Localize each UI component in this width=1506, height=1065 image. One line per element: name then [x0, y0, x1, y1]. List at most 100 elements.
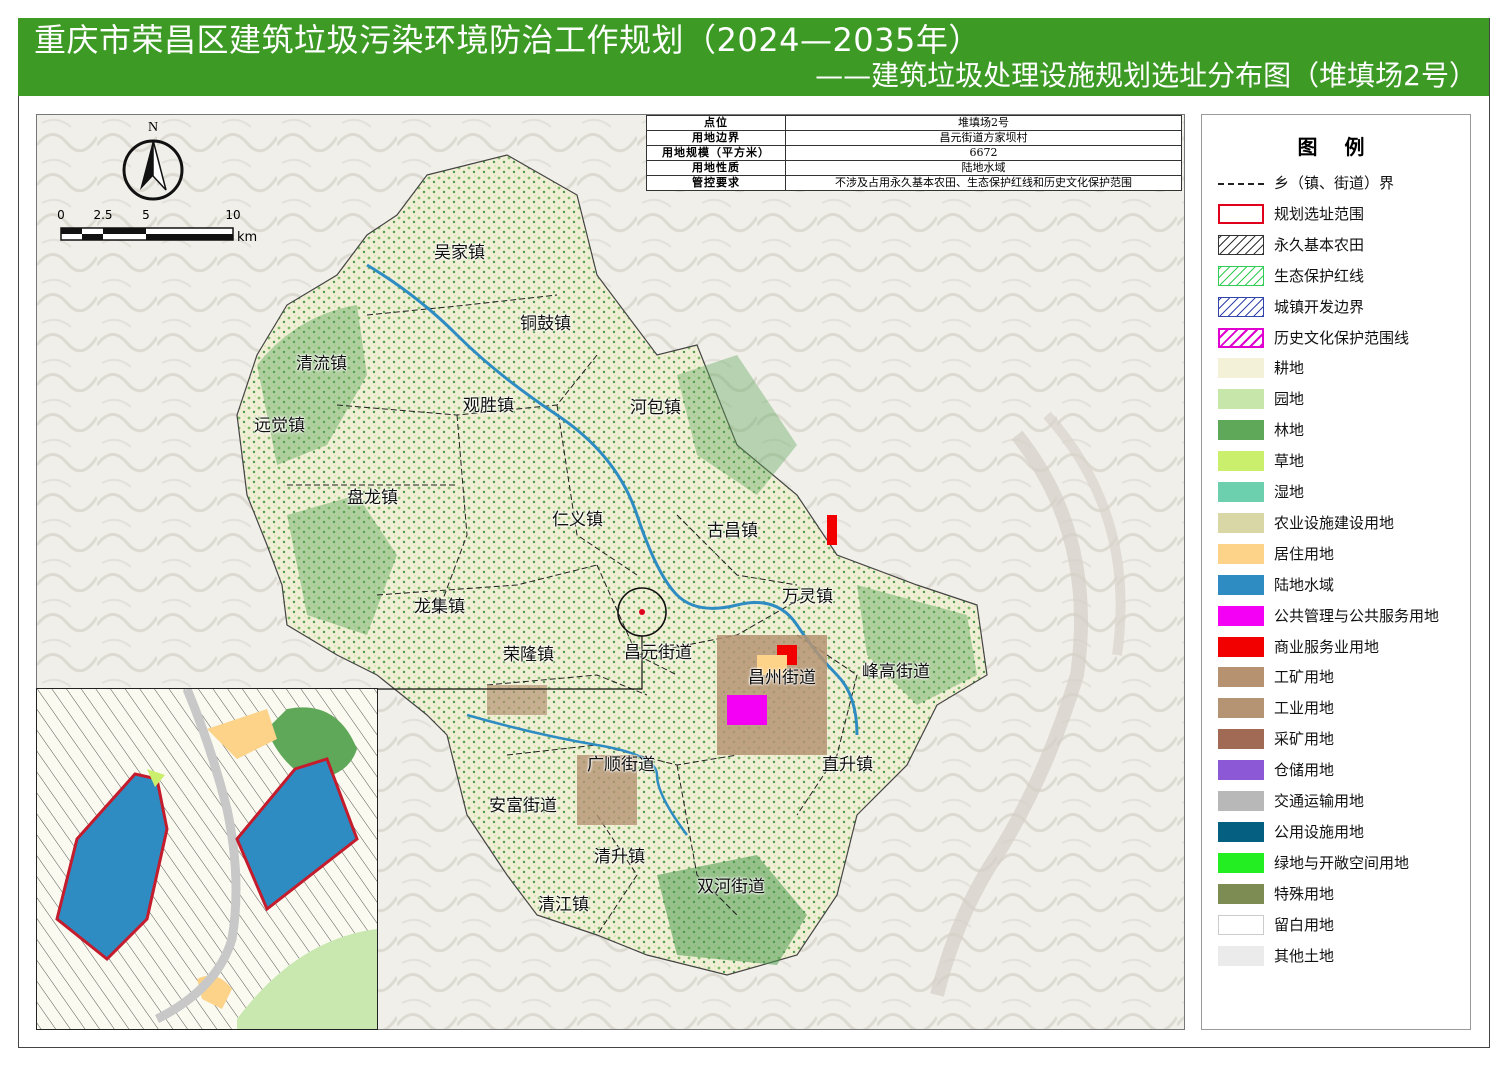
place-label: 直升镇 [822, 755, 873, 775]
legend-label: 林地 [1274, 421, 1305, 440]
info-value: 堆填场2号 [785, 115, 1182, 131]
info-value: 陆地水域 [785, 160, 1182, 176]
legend-swatch [1218, 482, 1264, 502]
legend-label: 仓储用地 [1274, 761, 1335, 780]
legend-swatch [1218, 636, 1264, 657]
title-banner: 重庆市荣昌区建筑垃圾污染环境防治工作规划（2024—2035年） ——建筑垃圾处… [18, 18, 1489, 96]
legend-label: 历史文化保护范围线 [1274, 328, 1410, 347]
legend-swatch [1218, 358, 1264, 379]
info-key: 用地性质 [646, 160, 786, 176]
info-row: 用地性质 陆地水域 [646, 160, 1182, 176]
legend-swatch [1218, 760, 1264, 781]
legend-label: 采矿用地 [1274, 730, 1335, 749]
place-label: 昌州街道 [748, 668, 816, 688]
legend-swatch [1218, 914, 1264, 935]
info-row: 点位 堆填场2号 [646, 115, 1182, 131]
info-row: 管控要求 不涉及占用永久基本农田、生态保护红线和历史文化保护范围 [646, 175, 1182, 191]
legend-swatch [1218, 420, 1264, 441]
place-label: 仁义镇 [552, 510, 603, 530]
legend-label: 其他土地 [1274, 946, 1335, 965]
info-row: 用地边界 昌元街道方家坝村 [646, 130, 1182, 146]
scale-bar: 0 2.5 5 10 km [55, 206, 270, 246]
legend-swatch [1218, 852, 1264, 873]
legend-label: 公共管理与公共服务用地 [1274, 606, 1440, 625]
place-label: 吴家镇 [434, 243, 485, 263]
legend-label: 工业用地 [1274, 699, 1335, 718]
scale-unit: km [237, 230, 257, 245]
legend-label: 陆地水域 [1274, 575, 1335, 594]
north-arrow: N [120, 118, 186, 206]
legend-label: 留白用地 [1274, 915, 1335, 934]
place-label: 清升镇 [594, 847, 645, 867]
legend-swatch [1218, 605, 1264, 626]
place-label: 清江镇 [538, 895, 589, 915]
place-label: 古昌镇 [707, 521, 758, 541]
legend-label: 居住用地 [1274, 544, 1335, 563]
legend-swatch [1218, 451, 1264, 472]
legend-swatch [1218, 791, 1264, 811]
legend-label: 乡（镇、街道）界 [1274, 174, 1395, 192]
map-subtitle: ——建筑垃圾处理设施规划选址分布图（堆填场2号） [815, 59, 1477, 92]
info-key: 用地边界 [646, 130, 786, 146]
place-label: 万灵镇 [782, 587, 833, 607]
legend-label: 规划选址范围 [1274, 204, 1365, 223]
place-label: 峰高街道 [862, 662, 930, 682]
scale-tick-1: 2.5 [93, 208, 112, 222]
legend-swatch [1218, 698, 1264, 719]
legend-panel: 图 例 乡（镇、街道）界 规划选址范围 永久基本农田 生态保护红线 城镇开发边界历史文化… [1201, 114, 1471, 1030]
info-key: 用地规模（平方米） [646, 145, 786, 161]
legend-label: 特殊用地 [1274, 884, 1335, 903]
legend-swatch [1218, 296, 1264, 317]
place-label: 龙集镇 [414, 597, 465, 617]
legend-label: 公用设施用地 [1274, 822, 1365, 841]
legend-swatch [1218, 945, 1264, 966]
info-value: 昌元街道方家坝村 [785, 130, 1182, 146]
place-label: 昌元街道 [624, 643, 692, 663]
legend-label: 城镇开发边界 [1274, 297, 1365, 316]
legend-swatch [1218, 327, 1264, 348]
info-key: 管控要求 [646, 175, 786, 191]
info-value: 不涉及占用永久基本农田、生态保护红线和历史文化保护范围 [785, 175, 1182, 191]
scale-tick-2: 5 [142, 208, 150, 222]
legend-swatch [1218, 512, 1264, 533]
legend-swatch [1218, 183, 1264, 185]
scale-tick-0: 0 [57, 208, 65, 222]
place-label: 远觉镇 [254, 416, 305, 436]
place-label: 盘龙镇 [347, 488, 398, 508]
place-label: 双河街道 [697, 877, 765, 897]
info-key: 点位 [646, 115, 786, 131]
legend-label: 商业服务业用地 [1274, 637, 1380, 656]
legend-label: 工矿用地 [1274, 668, 1335, 687]
legend-label: 草地 [1274, 452, 1305, 471]
legend-label: 永久基本农田 [1274, 235, 1365, 254]
place-label: 清流镇 [296, 354, 347, 374]
legend-title: 图 例 [1297, 135, 1375, 159]
place-label: 安富街道 [489, 796, 557, 816]
site-info-table: 点位 堆填场2号 用地边界 昌元街道方家坝村 用地规模（平方米） 6672 用地性质陆… [646, 115, 1182, 191]
legend-swatch [1218, 821, 1264, 842]
legend-swatch [1218, 265, 1264, 286]
scale-tick-3: 10 [225, 208, 240, 222]
north-label: N [148, 120, 158, 135]
legend-swatch [1218, 574, 1264, 595]
place-label: 广顺街道 [587, 755, 655, 775]
legend-label: 交通运输用地 [1274, 792, 1365, 810]
legend-swatch [1218, 389, 1264, 410]
legend-swatch [1218, 234, 1264, 255]
legend-swatch [1218, 883, 1264, 904]
place-label: 铜鼓镇 [520, 314, 571, 334]
place-label: 观胜镇 [463, 396, 514, 416]
legend-swatch [1218, 203, 1264, 224]
legend-label: 绿地与开敞空间用地 [1274, 853, 1410, 872]
legend-swatch [1218, 543, 1264, 564]
legend-swatch [1218, 667, 1264, 688]
legend-label: 湿地 [1274, 483, 1305, 501]
legend-swatch [1218, 729, 1264, 750]
place-label: 河包镇 [630, 398, 681, 418]
info-row: 用地规模（平方米） 6672 [646, 145, 1182, 161]
map-title: 重庆市荣昌区建筑垃圾污染环境防治工作规划（2024—2035年） [34, 21, 981, 59]
legend-label: 生态保护红线 [1274, 266, 1365, 285]
site-detail-inset[interactable] [36, 688, 378, 1030]
place-label: 荣隆镇 [503, 645, 554, 665]
legend-label: 园地 [1274, 390, 1305, 409]
